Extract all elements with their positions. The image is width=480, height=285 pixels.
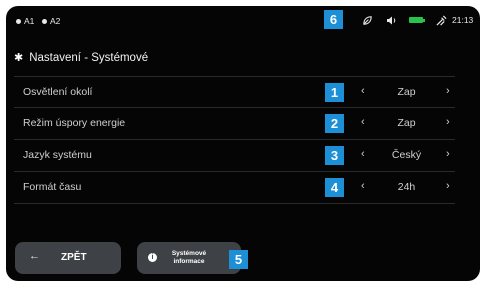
- status-bar: A1 A2 6 21:13: [6, 6, 480, 34]
- chevron-right-icon[interactable]: ›: [446, 85, 450, 97]
- info-icon: i: [148, 253, 157, 262]
- chevron-left-icon[interactable]: ‹: [361, 85, 365, 97]
- sim-dot-icon: [16, 18, 21, 24]
- leaf-icon: [362, 13, 373, 27]
- clock: 21:13: [452, 15, 474, 25]
- gear-icon: ✱: [14, 51, 24, 64]
- sim-indicator-a1: A1: [16, 16, 34, 26]
- chevron-right-icon[interactable]: ›: [446, 180, 450, 192]
- setting-value: Český: [391, 149, 422, 161]
- arrow-left-icon: ←: [29, 250, 40, 262]
- system-info-label-line2: informace: [173, 258, 205, 265]
- system-info-label-line1: Systémové: [171, 250, 207, 257]
- battery-level: [409, 17, 425, 23]
- callout-marker-6: 6: [324, 10, 343, 29]
- volume-icon: [386, 13, 398, 27]
- setting-label: Formát času: [23, 181, 82, 193]
- callout-marker-5: 5: [229, 250, 248, 269]
- callout-marker-3: 3: [325, 146, 344, 165]
- chevron-left-icon[interactable]: ‹: [361, 180, 365, 192]
- callout-marker-1: 1: [325, 83, 344, 102]
- device-frame: A1 A2 6 21:13 ✱ Nastavení - Systémové Os…: [0, 0, 480, 285]
- system-info-button[interactable]: i Systémové informace: [137, 242, 241, 274]
- chevron-left-icon[interactable]: ‹: [361, 148, 365, 160]
- callout-marker-2: 2: [325, 114, 344, 133]
- setting-value: Zap: [397, 86, 416, 98]
- sim-label: A1: [24, 16, 35, 26]
- sim-dot-icon: [42, 18, 47, 24]
- back-button-label: ZPĚT: [61, 252, 87, 263]
- chevron-right-icon[interactable]: ›: [446, 116, 450, 128]
- screen: A1 A2 6 21:13 ✱ Nastavení - Systémové Os…: [6, 6, 480, 281]
- setting-label: Osvětlení okolí: [23, 86, 93, 98]
- setting-row-system-language: Jazyk systému 3 ‹ Český ›: [14, 140, 455, 172]
- sim-label: A2: [50, 16, 61, 26]
- chevron-left-icon[interactable]: ‹: [361, 116, 365, 128]
- back-button[interactable]: ← ZPĚT: [15, 242, 121, 274]
- page-title-text: Nastavení - Systémové: [29, 52, 149, 64]
- setting-label: Režim úspory energie: [23, 117, 126, 129]
- callout-marker-4: 4: [325, 178, 344, 197]
- setting-row-time-format: Formát času 4 ‹ 24h ›: [14, 172, 455, 204]
- setting-row-ambient-light: Osvětlení okolí 1 ‹ Zap ›: [14, 76, 455, 108]
- page-title: ✱ Nastavení - Systémové: [14, 52, 148, 64]
- charging-plug-icon: [436, 13, 447, 27]
- system-info-button-label: Systémové informace: [164, 250, 214, 266]
- chevron-right-icon[interactable]: ›: [446, 148, 450, 160]
- setting-value: 24h: [397, 181, 416, 193]
- battery-icon: [409, 13, 425, 27]
- setting-row-power-saving: Režim úspory energie 2 ‹ Zap ›: [14, 108, 455, 140]
- sim-indicator-a2: A2: [42, 16, 60, 26]
- setting-label: Jazyk systému: [23, 149, 92, 161]
- setting-value: Zap: [397, 117, 416, 129]
